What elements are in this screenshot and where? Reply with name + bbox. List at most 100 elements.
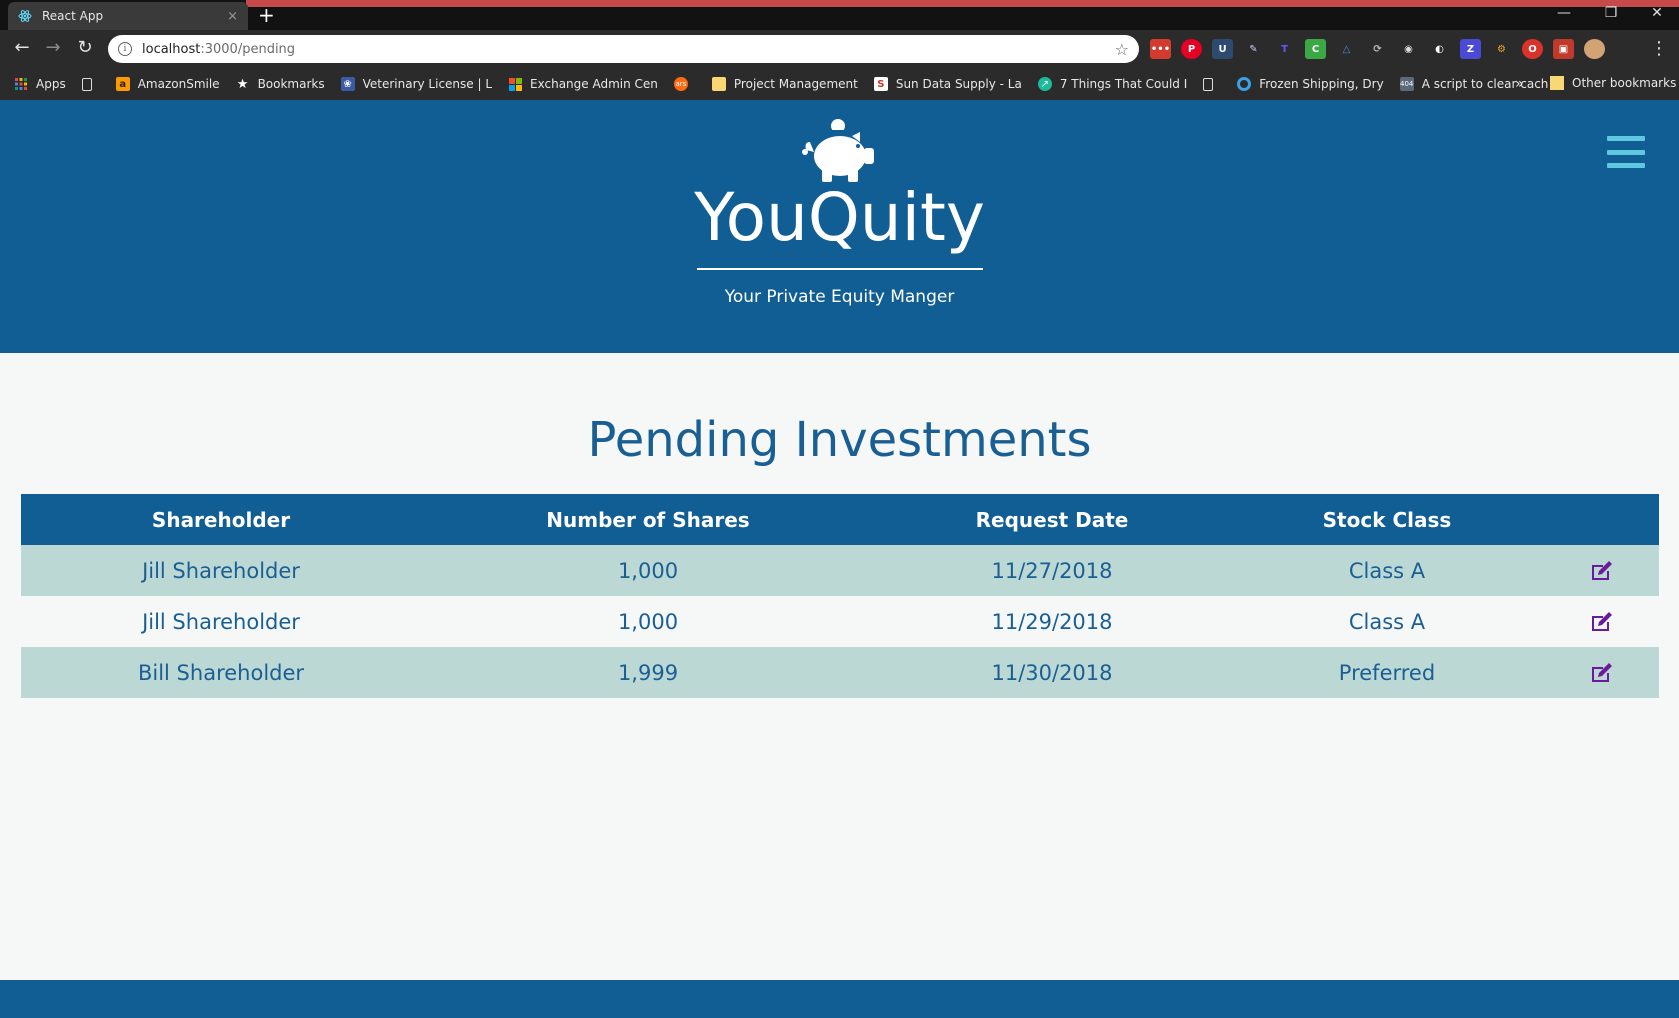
title-divider [697,268,983,270]
cell-shares: 1,000 [617,558,679,583]
bookmark-label: A script to clear cach [1421,77,1549,91]
folder-icon [1550,76,1564,90]
bookmark-label: Veterinary License | L [362,77,493,91]
page-icon [81,77,92,91]
other-bookmarks[interactable]: Other bookmarks [1550,76,1676,90]
cell-shareholder: Jill Shareholder [142,558,300,583]
column-header-stock-class: Stock Class [1322,507,1452,532]
page-title: Pending Investments [587,412,1092,468]
tabstrip-accent [246,0,1679,7]
extensions-bar: ••• P U ✎ T C △ ⟳ ◉ ◐ Z ⚙ O ▣ [1150,39,1605,59]
edit-icon[interactable] [1590,611,1614,633]
star-icon: ★ [236,76,249,92]
extension-cors-icon[interactable]: C [1305,39,1326,59]
apps-grid-icon [14,77,28,91]
bookmark-item[interactable]: Frozen Shipping, Dry [1237,77,1384,91]
url-host: localhost [142,41,201,57]
bookmark-item[interactable]: ★ Bookmarks [236,76,325,92]
app-footer [0,980,1679,1018]
bookmark-label: Project Management [733,77,858,91]
edit-icon[interactable] [1590,662,1614,684]
s-icon: S [873,77,888,91]
url-path: :3000/pending [200,41,296,57]
cell-request-date: 11/27/2018 [991,558,1113,583]
column-header-shares: Number of Shares [546,507,750,532]
bookmark-label: Exchange Admin Cen [530,77,658,91]
close-window-icon[interactable]: ✕ [1637,2,1677,24]
address-bar[interactable]: i localhost :3000/pending ☆ [108,35,1139,63]
page-icon [1203,77,1214,91]
browser-toolbar: ← → ↻ i localhost :3000/pending ☆ ••• P … [0,30,1679,68]
table-header-row: Shareholder Number of Shares Request Dat… [21,494,1659,545]
extension-gift-icon[interactable]: ▣ [1553,39,1574,59]
bookmark-item[interactable]: a AmazonSmile [115,77,220,91]
extension-gear-icon[interactable]: ⚙ [1491,39,1512,59]
folder-icon [711,77,726,91]
back-icon[interactable]: ← [11,38,33,58]
edit-icon[interactable] [1590,560,1614,582]
bookmark-item[interactable]: S Sun Data Supply - La [873,77,1022,91]
reload-icon[interactable]: ↻ [74,38,96,58]
extension-opera-icon[interactable]: O [1522,39,1543,59]
extension-t-icon[interactable]: T [1274,39,1295,59]
piggy-bank-icon [802,119,874,182]
tab-close-icon[interactable]: × [227,9,238,24]
profile-avatar[interactable] [1584,39,1605,59]
new-tab-button[interactable]: + [258,3,275,27]
extension-pinterest-icon[interactable]: P [1181,39,1202,59]
bookmark-label: 7 Things That Could I [1059,77,1188,91]
bookmark-item[interactable]: Apps [14,77,66,91]
bookmark-label: Sun Data Supply - La [895,77,1022,91]
cell-shareholder: Bill Shareholder [137,660,305,685]
column-header-request-date: Request Date [975,507,1129,532]
arrow-circle-icon: ↗ [1037,77,1052,91]
extension-z-icon[interactable]: Z [1460,39,1481,59]
table-row: Bill Shareholder 1,999 11/30/2018 Prefer… [21,647,1659,698]
bookmark-item[interactable]: Project Management [711,77,858,91]
extension-u-icon[interactable]: U [1212,39,1233,59]
cell-shares: 1,000 [617,609,679,634]
bookmark-item[interactable]: ❀ Veterinary License | L [340,77,493,91]
bookmarks-bar: Apps a AmazonSmile ★ Bookmarks ❀ Veterin… [0,68,1679,100]
bookmark-item[interactable] [1203,77,1221,91]
windows-icon [508,77,522,91]
minimize-icon[interactable]: — [1544,2,1584,24]
forward-icon[interactable]: → [42,38,64,58]
bookmark-item[interactable] [81,77,100,91]
extension-contrast-icon[interactable]: ◐ [1429,39,1450,59]
ars-icon: ars [673,77,688,91]
cell-stock-class: Class A [1348,558,1426,583]
more-bookmarks-icon[interactable]: » [1515,76,1524,92]
table-row: Jill Shareholder 1,000 11/27/2018 Class … [21,545,1659,596]
paw-icon: ❀ [340,77,355,91]
extension-triangle-icon[interactable]: △ [1336,39,1357,59]
bookmark-item[interactable]: ↗ 7 Things That Could I [1037,77,1188,91]
bookmark-star-icon[interactable]: ☆ [1115,40,1129,59]
extension-camera-icon[interactable]: ◉ [1398,39,1419,59]
tab-title: React App [42,9,104,23]
tab-react-app[interactable]: React App × [8,2,248,30]
bookmark-label: AmazonSmile [137,77,220,91]
amazon-icon: a [115,77,130,91]
edit-button[interactable] [1545,560,1659,582]
browser-tabstrip: React App × + — ❐ ✕ [0,0,1679,30]
site-info-icon[interactable]: i [118,42,132,56]
bookmark-item[interactable]: ars [673,77,696,91]
edit-button[interactable] [1545,662,1659,684]
edit-button[interactable] [1545,611,1659,633]
table-row: Jill Shareholder 1,000 11/29/2018 Class … [21,596,1659,647]
circle-icon [1237,77,1252,91]
browser-menu-icon[interactable]: ⋮ [1650,38,1668,59]
app-title[interactable]: YouQuity [0,178,1679,258]
cell-stock-class: Preferred [1338,660,1436,685]
bookmark-label: Bookmarks [257,77,325,91]
extension-lastpass-icon[interactable]: ••• [1150,39,1171,59]
hamburger-menu-icon[interactable] [1607,136,1645,168]
extension-pen-icon[interactable]: ✎ [1243,39,1264,59]
cell-request-date: 11/30/2018 [991,660,1113,685]
restore-icon[interactable]: ❐ [1591,2,1631,24]
extension-sync-icon[interactable]: ⟳ [1367,39,1388,59]
bookmark-item[interactable]: Exchange Admin Cen [508,77,658,91]
cell-shares: 1,999 [617,660,679,685]
bookmark-item[interactable]: 404 A script to clear cach [1399,77,1549,91]
